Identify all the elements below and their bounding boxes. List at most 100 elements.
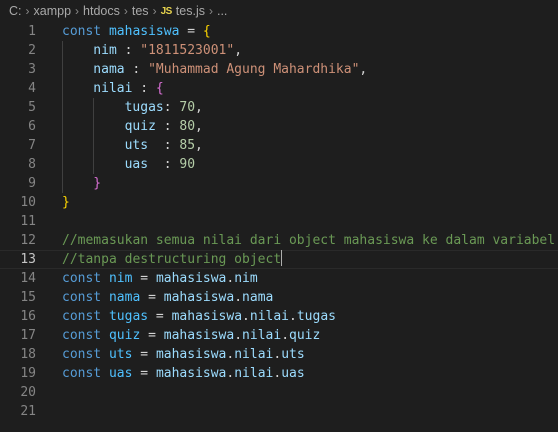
code-text: nilai : {: [93, 79, 163, 98]
code-line[interactable]: 3 nama : "Muhammad Agung Mahardhika",: [0, 60, 558, 79]
line-number: 18: [20, 347, 36, 362]
code-line[interactable]: 1 const mahasiswa = {: [0, 22, 558, 41]
code-line[interactable]: 11: [0, 212, 558, 231]
indent-guide: [62, 136, 63, 155]
code-token: nilai: [234, 366, 274, 381]
code-line[interactable]: 17 const quiz = mahasiswa.nilai.quiz: [0, 326, 558, 345]
code-token: quiz: [289, 328, 321, 343]
line-number: 10: [20, 195, 36, 210]
code-token: 90: [179, 157, 196, 172]
line-number: 5: [28, 100, 36, 115]
code-text: const nama = mahasiswa.nama: [62, 288, 273, 307]
code-token: .: [289, 309, 297, 324]
code-editor[interactable]: 1 const mahasiswa = {2 nim : "1811523001",…: [0, 22, 558, 432]
code-text: //tanpa destructuring object: [62, 250, 283, 269]
code-token: =: [148, 309, 172, 324]
code-text: nama : "Muhammad Agung Mahardhika",: [93, 60, 367, 79]
code-text: uts : 85,: [125, 136, 203, 155]
code-token: quiz: [108, 328, 141, 343]
code-token: =: [132, 347, 156, 362]
chevron-right-icon: ›: [25, 4, 30, 18]
code-line[interactable]: 20: [0, 383, 558, 402]
text-cursor: [281, 250, 283, 266]
code-text: const tugas = mahasiswa.nilai.tugas: [62, 307, 336, 326]
code-token: =: [140, 328, 164, 343]
code-token: }: [93, 176, 102, 191]
code-text: tugas: 70,: [125, 98, 203, 117]
line-number: 16: [20, 309, 36, 324]
breadcrumb-item-drive[interactable]: C:: [9, 4, 22, 18]
code-token: const: [62, 347, 109, 362]
code-text: nim : "1811523001",: [93, 41, 242, 60]
code-token: 70: [179, 100, 196, 115]
code-line[interactable]: 7 uts : 85,: [0, 136, 558, 155]
code-line[interactable]: 2 nim : "1811523001",: [0, 41, 558, 60]
code-line[interactable]: 19 const uas = mahasiswa.nilai.uas: [0, 364, 558, 383]
breadcrumb-item-tes[interactable]: tes: [132, 4, 149, 18]
code-token: .: [281, 328, 290, 343]
code-token: nim: [234, 271, 258, 286]
breadcrumb-item-file[interactable]: tes.js: [176, 4, 205, 18]
code-token: .: [273, 366, 282, 381]
code-token: nim: [108, 271, 133, 286]
code-token: uas: [108, 366, 133, 381]
chevron-right-icon: ›: [75, 4, 80, 18]
code-line[interactable]: 18 const uts = mahasiswa.nilai.uts: [0, 345, 558, 364]
code-text: const uts = mahasiswa.nilai.uts: [62, 345, 305, 364]
code-token: "Muhammad Agung Mahardhika": [148, 62, 360, 77]
code-token: ,: [234, 43, 243, 58]
code-token: nama: [108, 290, 141, 305]
code-token: tugas: [124, 100, 164, 115]
line-number: 15: [20, 290, 36, 305]
code-token: mahasiswa: [171, 309, 243, 324]
code-line[interactable]: 15 const nama = mahasiswa.nama: [0, 288, 558, 307]
breadcrumb-item-xampp[interactable]: xampp: [34, 4, 72, 18]
breadcrumb-item-htdocs[interactable]: htdocs: [83, 4, 120, 18]
line-number: 17: [20, 328, 36, 343]
code-token: {: [155, 81, 164, 96]
indent-guide: [62, 60, 63, 79]
code-line[interactable]: 4 nilai : {: [0, 79, 558, 98]
code-token: 85: [179, 138, 196, 153]
code-line[interactable]: 21: [0, 402, 558, 421]
line-number: 8: [28, 157, 36, 172]
code-token: tugas: [108, 309, 149, 324]
code-token: .: [242, 309, 250, 324]
code-line[interactable]: 8 uas : 90: [0, 155, 558, 174]
code-token: uts: [281, 347, 305, 362]
code-line[interactable]: 12 //memasukan semua nilai dari object ma…: [0, 231, 558, 250]
code-token: =: [132, 271, 156, 286]
code-token: :: [132, 81, 156, 96]
code-line[interactable]: 10}: [0, 193, 558, 212]
code-token: :: [116, 43, 141, 58]
code-token: ,: [195, 100, 203, 115]
code-token: mahasiswa: [108, 24, 180, 39]
line-number: 11: [20, 214, 36, 229]
code-token: .: [273, 347, 282, 362]
code-line[interactable]: 14 const nim = mahasiswa.nim: [0, 269, 558, 288]
line-number: 14: [20, 271, 36, 286]
code-token: :: [148, 157, 180, 172]
indent-guide: [62, 117, 63, 136]
code-token: nama: [93, 62, 125, 77]
code-line[interactable]: 16 const tugas = mahasiswa.nilai.tugas: [0, 307, 558, 326]
line-number: 7: [28, 138, 36, 153]
code-text: }: [62, 193, 70, 212]
code-line[interactable]: 13 //tanpa destructuring object: [0, 250, 558, 269]
code-line[interactable]: 6 quiz : 80,: [0, 117, 558, 136]
code-line[interactable]: 5 tugas: 70,: [0, 98, 558, 117]
code-token: const: [62, 309, 109, 324]
code-token: "1811523001": [140, 43, 235, 58]
chevron-right-icon: ›: [123, 4, 128, 18]
code-token: uts: [108, 347, 133, 362]
code-token: 80: [179, 119, 196, 134]
code-token: const: [62, 366, 109, 381]
code-line[interactable]: 9}: [0, 174, 558, 193]
line-number: 3: [28, 62, 36, 77]
indent-guide: [93, 98, 95, 117]
indent-guide: [62, 98, 63, 117]
code-token: //memasukan semua nilai dari object maha…: [62, 233, 556, 248]
breadcrumb-item-symbols[interactable]: ...: [217, 4, 227, 18]
code-token: :: [163, 100, 180, 115]
line-number: 19: [20, 366, 36, 381]
